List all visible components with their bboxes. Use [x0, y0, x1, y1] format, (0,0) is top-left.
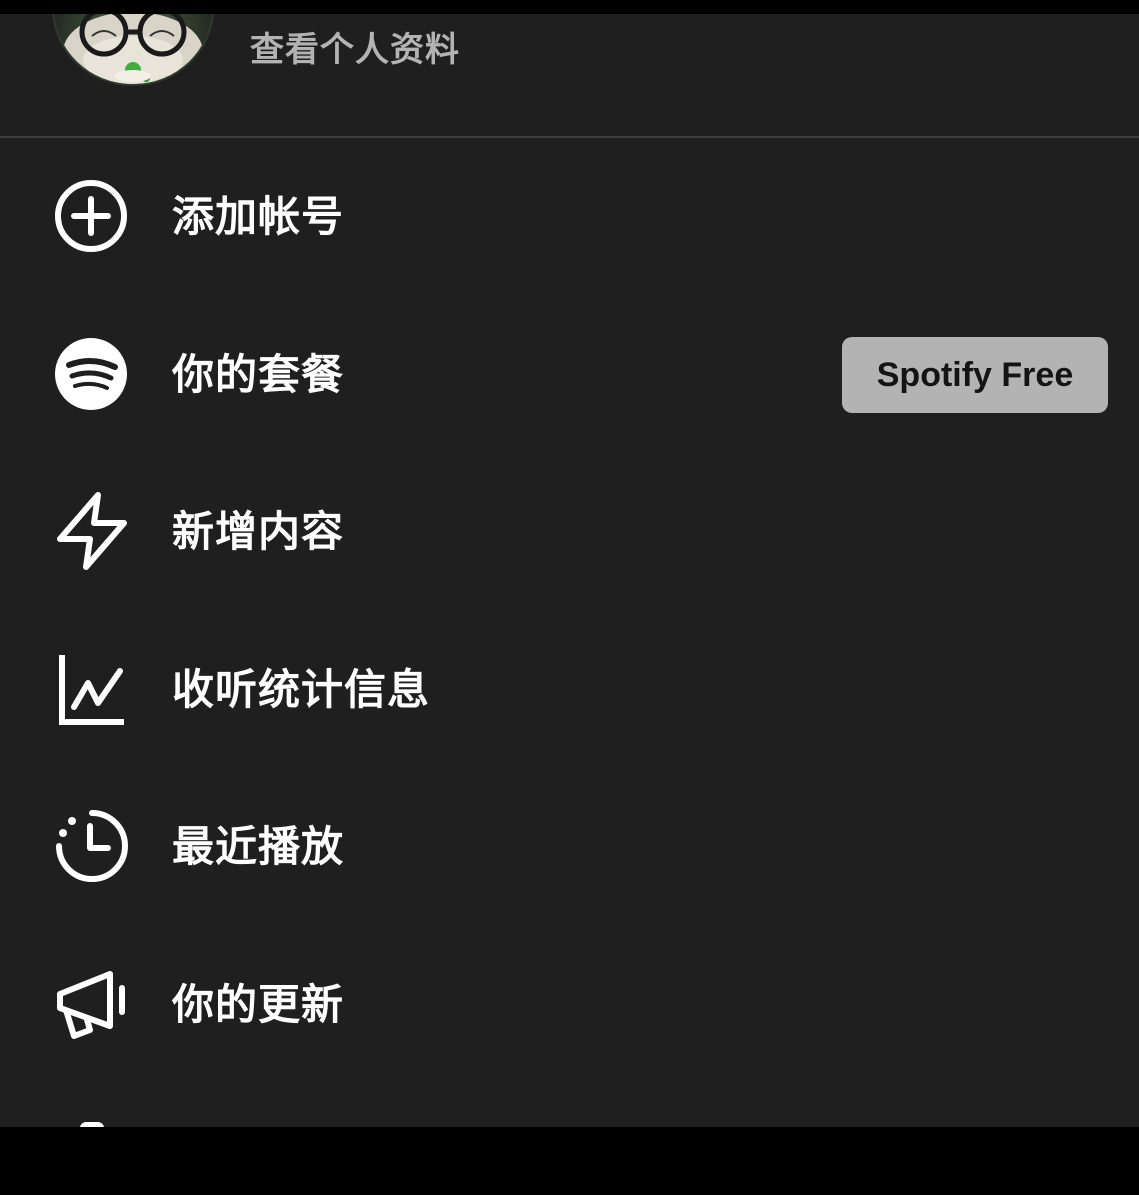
avatar[interactable] — [52, 14, 214, 86]
status-bar — [0, 0, 1139, 14]
menu-item-label: 收听统计信息 — [172, 665, 431, 714]
add-circle-icon — [52, 176, 132, 256]
menu-item-label: 你的更新 — [172, 980, 345, 1029]
profile-header[interactable]: 查看个人资料 — [0, 14, 1139, 136]
recent-clock-icon — [52, 806, 132, 886]
divider — [0, 136, 1139, 138]
menu-item-label: 添加帐号 — [172, 192, 345, 241]
menu-item-your-updates[interactable]: 你的更新 — [0, 954, 1139, 1054]
lightning-icon — [52, 491, 132, 571]
menu-item-listening-stats[interactable]: 收听统计信息 — [0, 639, 1139, 739]
menu-item-label: 你的套餐 — [172, 350, 345, 399]
screen: 查看个人资料 添加帐号 你的套餐 Spotify Free 新增内容 收听统计信… — [0, 0, 1139, 1195]
menu-item-add-account[interactable]: 添加帐号 — [0, 166, 1139, 266]
view-profile-link[interactable]: 查看个人资料 — [250, 30, 460, 70]
navigation-bar — [0, 1127, 1139, 1195]
menu-item-label: 最近播放 — [172, 822, 345, 871]
spotify-logo-icon — [52, 334, 132, 414]
menu-item-whats-new[interactable]: 新增内容 — [0, 481, 1139, 581]
side-menu-panel: 查看个人资料 添加帐号 你的套餐 Spotify Free 新增内容 收听统计信… — [0, 14, 1139, 1127]
menu-item-your-plan[interactable]: 你的套餐 Spotify Free — [0, 324, 1139, 424]
menu-item-label: 新增内容 — [172, 507, 345, 556]
stats-chart-icon — [52, 649, 132, 729]
plan-badge: Spotify Free — [842, 337, 1108, 413]
megaphone-icon — [52, 964, 132, 1044]
menu-item-recently-played[interactable]: 最近播放 — [0, 796, 1139, 896]
